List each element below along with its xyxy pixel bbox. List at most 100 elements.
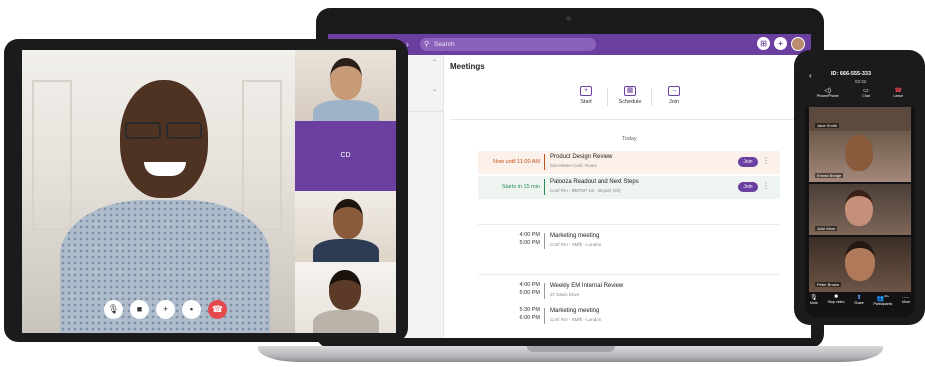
main-speaker-video: [22, 50, 295, 333]
page-title: Meetings: [450, 62, 485, 71]
meeting-id: ID: 666-555-333: [831, 71, 872, 77]
speaker-label: Phone/Phone: [816, 94, 839, 98]
row-divider: [478, 224, 780, 225]
avatar[interactable]: [791, 37, 805, 51]
join-button[interactable]: Join: [738, 182, 758, 192]
participant-count: 20+: [884, 294, 890, 298]
today-label: Today: [622, 136, 637, 142]
meeting-time: 4:00 PM: [519, 282, 540, 288]
chat-icon[interactable]: ▪: [182, 300, 201, 319]
participant-thumbnails: CD: [295, 50, 396, 333]
search-icon: ⚲: [424, 41, 430, 48]
stop-video-button[interactable]: ■ Stop video: [828, 294, 845, 317]
back-arrow-icon[interactable]: ‹: [809, 71, 812, 80]
participant-video[interactable]: [295, 262, 396, 333]
grid-icon[interactable]: ⊞: [757, 37, 770, 50]
schedule-label: Schedule: [618, 99, 642, 105]
meeting-time: Starts in 15 min: [501, 184, 540, 190]
laptop-camera: [566, 16, 571, 21]
add-icon[interactable]: +: [774, 37, 787, 50]
mute-label: Mute: [809, 301, 818, 305]
join-button[interactable]: Join: [738, 157, 758, 167]
calendar-icon: ▦: [624, 86, 636, 96]
meeting-row[interactable]: 5:30 PM 6:00 PM Marketing meeting Conf R…: [478, 305, 780, 328]
join-label: Join: [668, 99, 680, 105]
end-call-icon[interactable]: ☎: [208, 300, 227, 319]
start-label: Start: [580, 99, 592, 105]
more-label: More: [901, 300, 911, 304]
meeting-location: 37 Davis Drive: [550, 292, 580, 297]
start-button[interactable]: + Start: [564, 86, 608, 106]
participants-button[interactable]: 👥20+ Participants: [873, 294, 892, 317]
share-label: Share: [854, 301, 864, 305]
chevron-up-icon[interactable]: ⌃: [432, 89, 437, 96]
more-button[interactable]: … More: [902, 294, 910, 317]
chat-icon: ▭: [863, 88, 869, 94]
phone-video-call: ‹ ID: 666-555-333 02:32 ◁) Phone/Phone ▭ C…: [805, 59, 915, 317]
share-button[interactable]: ⬆ Share: [854, 294, 864, 317]
share-icon: ⬆: [856, 295, 862, 301]
leave-icon: ☎: [894, 88, 903, 94]
more-options-icon[interactable]: ⋮: [762, 156, 770, 165]
participant-name: Peter Brown: [815, 282, 842, 287]
participant-video[interactable]: [295, 50, 396, 121]
meeting-name: Product Design Review: [550, 154, 613, 160]
participants-label: Participants: [873, 302, 893, 306]
participant-name: Emma Bridge: [815, 173, 844, 178]
meeting-name: Marketing meeting: [550, 233, 600, 239]
call-controls: 🎙 ■ + ▪ ☎: [104, 300, 227, 319]
tablet-video-call: CD 🎙 ■ + ▪ ☎: [22, 50, 396, 333]
meeting-end-time: 5:00 PM: [519, 240, 540, 246]
participant-video[interactable]: Julie Moor: [809, 184, 911, 235]
join-icon: →: [668, 86, 680, 96]
meeting-location: Conf Rm - SMfh - London: [550, 242, 602, 247]
row-divider: [478, 274, 780, 275]
participant-placeholder[interactable]: CD: [295, 121, 396, 191]
video-plus-icon: +: [580, 86, 592, 96]
meeting-row[interactable]: 4:00 PM 5:00 PM Marketing meeting Conf R…: [478, 230, 780, 253]
meeting-time: 5:30 PM: [519, 307, 540, 313]
speaker-icon: ◁): [824, 88, 831, 94]
chevron-up-icon[interactable]: ⌃: [432, 59, 437, 66]
participant-name: Julie Moor: [815, 226, 838, 231]
laptop-hinge-notch: [527, 346, 615, 352]
video-camera-icon[interactable]: ■: [130, 300, 149, 319]
meeting-location: San Mateo Conf. Room: [550, 163, 598, 168]
microphone-icon: 🎙: [810, 295, 818, 301]
meeting-time: 4:00 PM: [519, 232, 540, 238]
chat-label: Chat: [862, 94, 870, 98]
meeting-row[interactable]: 4:00 PM 5:00 PM Weekly EM Internal Revie…: [478, 280, 780, 303]
speaker-button[interactable]: ◁) Phone/Phone: [817, 87, 839, 98]
divider: [450, 119, 805, 120]
participant-video[interactable]: Emma Bridge: [809, 131, 911, 182]
meeting-actions: + Start ▦ Schedule → Join: [564, 86, 696, 106]
meeting-end-time: 5:00 PM: [519, 290, 540, 296]
meeting-row[interactable]: Starts in 15 min Palooza Readout and Nex…: [478, 176, 780, 199]
microphone-icon[interactable]: 🎙: [104, 300, 123, 319]
search-input[interactable]: ⚲ Search: [420, 38, 596, 51]
leave-label: Leave: [893, 94, 904, 98]
leave-button[interactable]: ☎ Leave: [893, 87, 903, 98]
participant-name: Jane Smith: [815, 123, 840, 128]
participants-icon: 👥20+: [876, 294, 890, 302]
meeting-location: Conf Rm - SMfh - London: [550, 317, 602, 322]
chat-button[interactable]: ▭ Chat: [862, 87, 870, 98]
meeting-row[interactable]: Now until 11:00 AM Product Design Review…: [478, 151, 780, 174]
meeting-time: Now until 11:00 AM: [493, 159, 540, 165]
mute-button[interactable]: 🎙 Mute: [810, 294, 818, 317]
schedule-button[interactable]: ▦ Schedule: [608, 86, 652, 106]
call-duration: 02:32: [855, 79, 867, 84]
meeting-end-time: 6:00 PM: [519, 315, 540, 321]
join-action-button[interactable]: → Join: [652, 86, 696, 105]
participant-video[interactable]: Peter Brown: [809, 237, 911, 292]
phone-toolbar: 🎙 Mute ■ Stop video ⬆ Share 👥20+ Participant…: [805, 294, 915, 317]
meeting-location: Conf Rm - BMTEP 1st - Bryant (32): [550, 188, 621, 193]
meeting-name: Weekly EM Internal Review: [550, 283, 624, 289]
participant-video[interactable]: [295, 191, 396, 262]
more-options-icon[interactable]: ⋮: [762, 181, 770, 190]
phone-call-header: ‹ ID: 666-555-333 02:32 ◁) Phone/Phone ▭ C…: [805, 59, 915, 107]
add-icon[interactable]: +: [156, 300, 175, 319]
stop-video-label: Stop video: [827, 300, 845, 304]
meeting-name: Marketing meeting: [550, 308, 600, 314]
search-placeholder: Search: [434, 41, 455, 48]
